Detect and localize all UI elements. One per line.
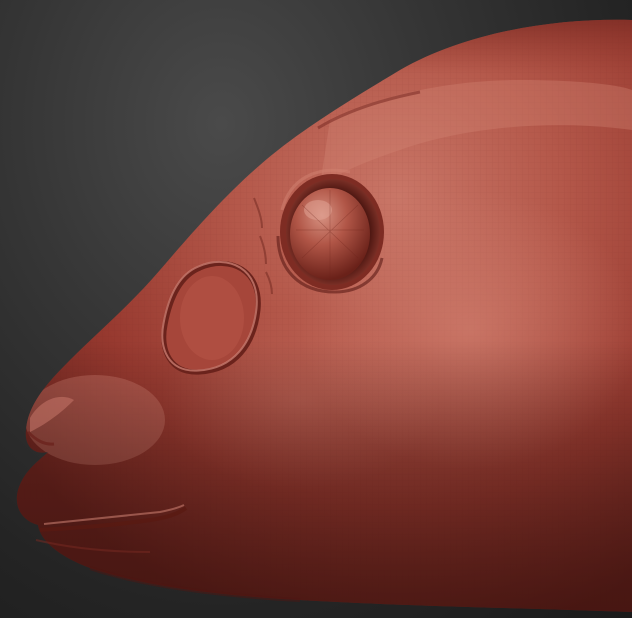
sculpt-viewport[interactable]	[0, 0, 632, 618]
sculpted-head-render	[16, 19, 632, 612]
